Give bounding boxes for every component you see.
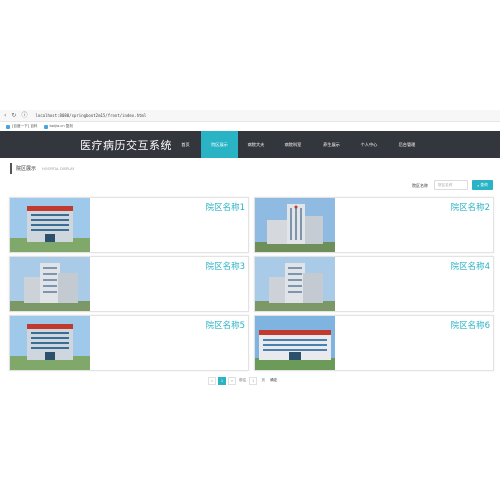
nav-item-home[interactable]: 首页 xyxy=(170,131,201,158)
nav-item-departments[interactable]: 病院科室 xyxy=(274,131,312,158)
nav-item-admin[interactable]: 后台管理 xyxy=(387,131,427,158)
page-number-input[interactable]: 1 xyxy=(249,376,258,385)
url-text[interactable]: localhost:8080/springboot2m15/front/inde… xyxy=(35,113,146,118)
hospital-card[interactable]: 院区名称1 xyxy=(9,197,249,253)
site-header: 医疗病历交互系统 首页 院区展示 病院大夫 病院科室 养生展示 个人中心 后台管… xyxy=(0,131,500,158)
search-button[interactable]: ⌕ 查询 xyxy=(472,180,493,190)
hospital-name: 院区名称5 xyxy=(205,321,245,331)
section-subtitle: HOSPITAL DISPLAY xyxy=(42,166,75,171)
bookmark-item[interactable]: [百度一下] 百科 xyxy=(6,124,38,129)
lock-icon: ⓘ xyxy=(21,111,28,119)
hospital-card[interactable]: 院区名称5 xyxy=(9,315,249,371)
section-title: 院区展示 xyxy=(16,166,37,172)
bookmark-icon xyxy=(43,124,48,129)
hospital-image xyxy=(255,316,335,370)
hospital-image xyxy=(10,198,90,252)
hospital-name: 院区名称3 xyxy=(205,262,245,272)
pagination: < 1 > 前往 1 页 确定 xyxy=(208,376,279,385)
bookmark-icon xyxy=(6,124,10,129)
nav-item-hospital-display[interactable]: 院区展示 xyxy=(201,131,238,158)
hospital-name: 院区名称1 xyxy=(205,203,245,213)
page: ‹ ↻ ⓘ localhost:8080/springboot2m15/fron… xyxy=(0,0,500,500)
hospital-card[interactable]: 院区名称3 xyxy=(9,256,249,312)
section-accent-bar xyxy=(10,163,12,174)
page-button-current[interactable]: 1 xyxy=(218,376,226,385)
hospital-card[interactable]: 院区名称6 xyxy=(254,315,494,371)
bookmarks-bar: [百度一下] 百科 baijia.cn 复刻 xyxy=(0,122,500,131)
search-label: 院区名称 xyxy=(412,183,428,188)
search-input[interactable]: 院区名称 xyxy=(434,180,468,190)
browser-address-bar: ‹ ↻ ⓘ localhost:8080/springboot2m15/fron… xyxy=(0,110,500,122)
prev-page-button[interactable]: < xyxy=(208,376,216,385)
hospital-image xyxy=(255,198,335,252)
page-unit-label: 页 xyxy=(259,376,268,385)
hospital-name: 院区名称2 xyxy=(450,203,490,213)
back-icon[interactable]: ‹ xyxy=(4,112,6,119)
hospital-image xyxy=(10,316,90,370)
hospital-image xyxy=(10,257,90,311)
hospital-name: 院区名称6 xyxy=(450,321,490,331)
hospital-card[interactable]: 院区名称4 xyxy=(254,256,494,312)
goto-confirm-button[interactable]: 确定 xyxy=(269,376,279,385)
search-icon: ⌕ xyxy=(477,182,480,188)
nav-item-doctors[interactable]: 病院大夫 xyxy=(238,131,274,158)
reload-icon[interactable]: ↻ xyxy=(11,112,16,119)
section-header: 院区展示 HOSPITAL DISPLAY xyxy=(10,163,74,174)
nav-item-personal-center[interactable]: 个人中心 xyxy=(351,131,387,158)
hospital-name: 院区名称4 xyxy=(450,262,490,272)
nav-item-health[interactable]: 养生展示 xyxy=(312,131,351,158)
next-page-button[interactable]: > xyxy=(228,376,236,385)
main-nav: 首页 院区展示 病院大夫 病院科室 养生展示 个人中心 后台管理 xyxy=(170,131,427,158)
bookmark-item[interactable]: baijia.cn 复刻 xyxy=(43,124,73,129)
site-title: 医疗病历交互系统 xyxy=(80,139,172,152)
goto-label: 前往 xyxy=(238,376,248,385)
hospital-image xyxy=(255,257,335,311)
hospital-card[interactable]: 院区名称2 xyxy=(254,197,494,253)
